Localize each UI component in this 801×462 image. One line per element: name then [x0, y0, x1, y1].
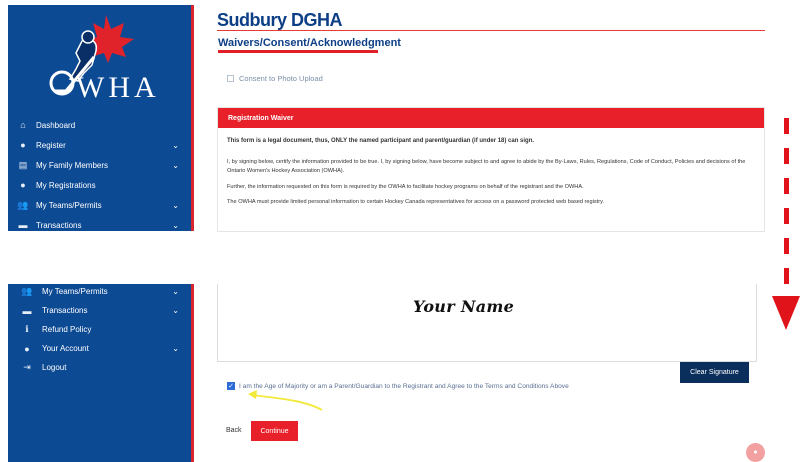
sidebar-top: WHA ⌂ Dashboard ● Register ⌄ ▤ My Family Membe… [8, 5, 194, 231]
scroll-indicator-dash [784, 238, 789, 254]
annotation-arrow-icon [248, 390, 323, 411]
subtitle-underline [218, 50, 378, 53]
sidebar-item-label: Your Account [42, 344, 89, 353]
users-icon: 👥 [21, 286, 33, 296]
waiver-text: This form is a legal document, thus, ONL… [218, 128, 764, 207]
scroll-indicator-dash [784, 118, 789, 134]
photo-consent-option[interactable]: Consent to Photo Upload [227, 74, 323, 83]
home-icon: ⌂ [20, 120, 26, 130]
sidebar-item-transactions[interactable]: ▬ Transactions ⌄ [8, 301, 191, 320]
sidebar-item-label: My Registrations [36, 180, 96, 190]
signature-text: Your Name [413, 297, 515, 316]
photo-consent-checkbox[interactable] [227, 75, 234, 82]
owha-logo: WHA [36, 13, 166, 109]
sidebar-item-dashboard[interactable]: ⌂ Dashboard [8, 115, 191, 135]
scroll-indicator-dash [784, 268, 789, 284]
info-icon: ℹ [25, 324, 29, 334]
chevron-down-icon: ⌄ [172, 344, 179, 353]
money-icon: ▬ [18, 220, 28, 230]
user-circle-icon: ● [20, 180, 26, 190]
signature-pad[interactable]: Your Name [217, 284, 757, 362]
scroll-indicator-dash [784, 148, 789, 164]
help-chat-icon[interactable]: ● [746, 443, 765, 462]
sidebar-item-your-account[interactable]: ● Your Account ⌄ [8, 339, 191, 358]
sidebar-item-label: Transactions [36, 220, 82, 230]
logo-text: WHA [76, 71, 160, 104]
scroll-indicator-dash [784, 208, 789, 224]
page-title: Sudbury DGHA [217, 10, 343, 30]
chevron-down-icon: ⌄ [172, 200, 179, 210]
sidebar-item-label: My Family Members [36, 160, 109, 170]
sidebar-item-my-registrations[interactable]: ● My Registrations [8, 175, 191, 195]
page-subtitle: Waivers/Consent/Acknowledgment [218, 37, 401, 49]
sidebar-item-label: Logout [42, 363, 67, 372]
sidebar-nav-top: ⌂ Dashboard ● Register ⌄ ▤ My Family Members ⌄ ●… [8, 115, 191, 231]
register-icon: ● [20, 140, 26, 150]
clear-signature-button[interactable]: Clear Signature [680, 362, 749, 383]
sidebar-item-label: My Teams/Permits [42, 287, 108, 296]
waiver-paragraph: Further, the information requested on th… [227, 183, 584, 190]
sidebar-item-label: Refund Policy [42, 325, 92, 334]
scroll-down-arrow-icon [772, 296, 800, 330]
waiver-title: Registration Waiver [218, 108, 764, 128]
family-card-icon: ▤ [18, 159, 28, 170]
sidebar-item-transactions[interactable]: ▬ Transactions ⌄ [8, 215, 191, 231]
chevron-down-icon: ⌄ [172, 160, 179, 170]
sidebar-item-label: Register [36, 140, 66, 150]
chevron-down-icon: ⌄ [172, 287, 179, 296]
registration-page: WHA ⌂ Dashboard ● Register ⌄ ▤ My Family Membe… [0, 0, 801, 462]
user-circle-icon: ● [24, 343, 30, 354]
money-icon: ▬ [22, 305, 32, 316]
sidebar-item-label: Dashboard [36, 120, 76, 130]
sidebar-item-my-teams-permits[interactable]: 👥 My Teams/Permits ⌄ [8, 195, 191, 215]
chevron-down-icon: ⌄ [172, 220, 179, 230]
waiver-legal-notice: This form is a legal document, thus, ONL… [227, 138, 535, 144]
sidebar-item-refund-policy[interactable]: ℹ Refund Policy [8, 320, 191, 339]
sidebar-item-my-teams-permits[interactable]: 👥 My Teams/Permits ⌄ [8, 284, 191, 301]
logout-icon: ⇥ [23, 362, 31, 372]
continue-button[interactable]: Continue [251, 421, 298, 441]
sidebar-item-register[interactable]: ● Register ⌄ [8, 135, 191, 155]
chevron-down-icon: ⌄ [172, 306, 179, 315]
sidebar-item-my-family-members[interactable]: ▤ My Family Members ⌄ [8, 155, 191, 175]
back-link[interactable]: Back [226, 427, 242, 434]
registration-waiver-panel[interactable]: Registration Waiver This form is a legal… [217, 107, 765, 232]
sidebar-item-label: My Teams/Permits [36, 200, 102, 210]
title-divider [217, 30, 765, 31]
sidebar-nav-bottom: 👥 My Teams/Permits ⌄ ▬ Transactions ⌄ ℹ Refund … [8, 284, 191, 377]
users-icon: 👥 [17, 199, 29, 210]
photo-consent-label: Consent to Photo Upload [239, 74, 323, 83]
scroll-indicator-dash [784, 178, 789, 194]
waiver-paragraph: I, by signing below, certify the informa… [227, 159, 746, 174]
chevron-down-icon: ⌄ [172, 140, 179, 150]
sidebar-bottom: 👥 My Teams/Permits ⌄ ▬ Transactions ⌄ ℹ Refund … [8, 284, 194, 462]
sidebar-item-logout[interactable]: ⇥ Logout [8, 358, 191, 377]
waiver-paragraph: The OWHA must provide limited personal i… [227, 199, 605, 206]
terms-agreement-checkbox[interactable]: ✓ [227, 382, 235, 390]
sidebar-item-label: Transactions [42, 306, 88, 315]
